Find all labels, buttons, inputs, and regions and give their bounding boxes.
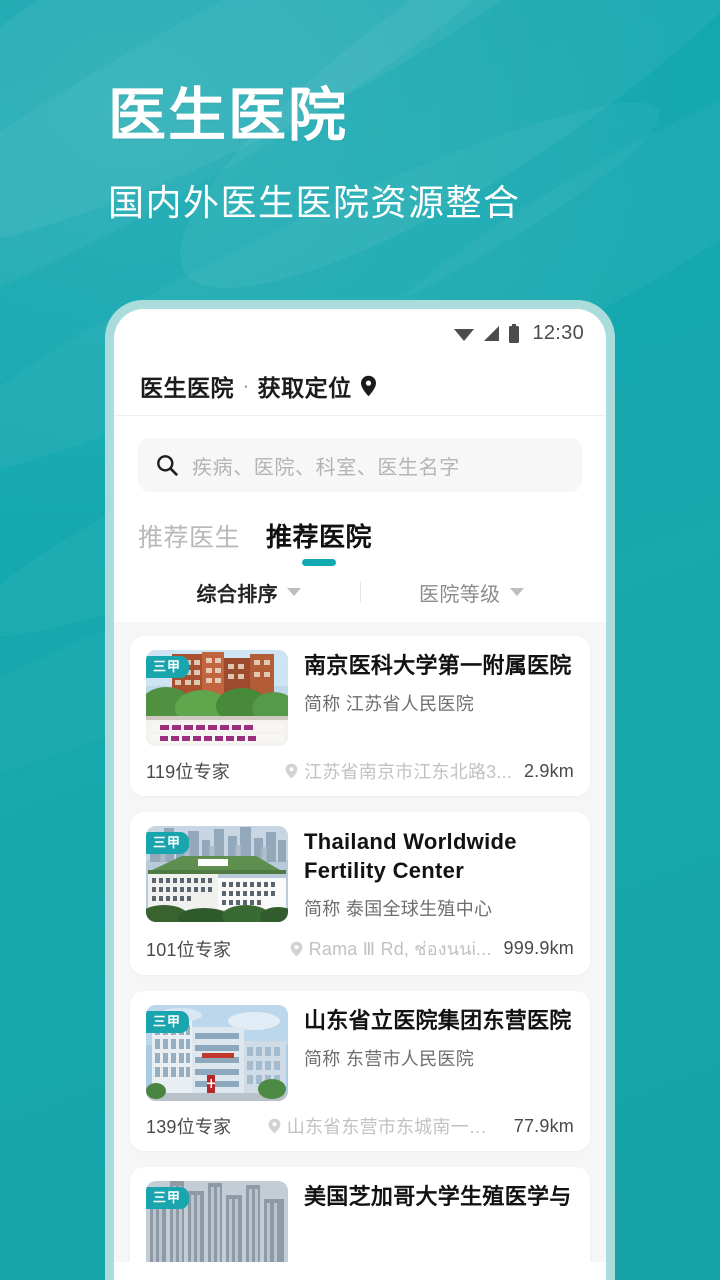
tab-recommended-doctors[interactable]: 推荐医生: [138, 518, 240, 566]
search-input[interactable]: 疾病、医院、科室、医生名字: [138, 438, 582, 492]
hospital-grade-badge: 三甲: [146, 1187, 190, 1210]
hospital-card[interactable]: 三甲 山东省立医院集团东营医院 简称 东营市人民医院 139位专家 山东省东营市…: [130, 991, 590, 1151]
hospital-alias: 简称 东营市人民医院: [304, 1049, 474, 1070]
battery-icon: [509, 323, 520, 343]
hospital-card-bottom: 139位专家 山东省东营市东城南一路... 77.9km: [146, 1113, 574, 1139]
hospital-thumbnail-wrap: 三甲: [146, 650, 288, 746]
hospital-info: 美国芝加哥大学生殖医学与: [304, 1181, 574, 1262]
hospital-info: 南京医科大学第一附属医院 简称 江苏省人民医院: [304, 650, 574, 746]
hospital-card[interactable]: 三甲 Thailand Worldwide Fertility Center 简…: [130, 812, 590, 975]
search-icon: [157, 455, 178, 476]
hospital-name: 南京医科大学第一附属医院: [304, 653, 572, 678]
hospital-alias: 简称 泰国全球生殖中心: [304, 899, 493, 920]
hospital-distance: 999.9km: [503, 938, 574, 958]
filter-label: 综合排序: [196, 583, 279, 606]
hospital-grade-badge: 三甲: [146, 656, 190, 679]
map-pin-icon: [268, 1118, 281, 1134]
hospital-address-wrap: 山东省东营市东城南一路... 77.9km: [231, 1113, 574, 1139]
status-bar-clock: 12:30: [532, 321, 584, 344]
hospital-name: Thailand Worldwide Fertility Center: [304, 829, 517, 884]
app-header: 医生医院 · 获取定位: [114, 357, 606, 416]
phone-mockup-frame: 12:30 医生医院 · 获取定位 疾病、医院、科室、医生名字 推荐医生 推荐医…: [105, 300, 615, 1280]
app-title: 医生医院: [140, 375, 234, 401]
map-pin-icon: [290, 941, 303, 956]
hospital-name: 美国芝加哥大学生殖医学与: [304, 1184, 572, 1209]
tab-label: 推荐医院: [266, 522, 373, 552]
hospital-address: 山东省东营市东城南一路...: [286, 1117, 502, 1137]
filter-hospital-grade[interactable]: 医院等级: [361, 578, 583, 607]
promo-headline: 医生医院: [108, 83, 349, 148]
hospital-card[interactable]: 三甲 南京医科大学第一附属医院 简称 江苏省人民医院 119位专家 江苏省南京市…: [130, 636, 590, 796]
hospital-address-wrap: Rama Ⅲ Rd, ช่องนนi... 999.9km: [231, 934, 574, 963]
promo-banner: 医生医院 国内外医生医院资源整合 12:30 医生医院 · 获取定位 疾病、医院…: [0, 0, 720, 1280]
map-pin-icon[interactable]: [360, 375, 377, 397]
tab-bar: 推荐医生 推荐医院: [138, 514, 582, 566]
hospital-address-wrap: 江苏省南京市江东北路3... 2.9km: [230, 758, 574, 784]
tab-label: 推荐医生: [138, 524, 241, 552]
hospital-thumbnail-wrap: 三甲: [146, 1181, 288, 1262]
hospital-card-bottom: 119位专家 江苏省南京市江东北路3... 2.9km: [146, 758, 574, 784]
tab-recommended-hospitals[interactable]: 推荐医院: [266, 517, 372, 566]
filter-label: 医院等级: [418, 583, 501, 606]
hospital-info: 山东省立医院集团东营医院 简称 东营市人民医院: [304, 1005, 574, 1101]
hospital-expert-count: 101位专家: [146, 939, 232, 960]
hospital-address: 江苏省南京市江东北路3...: [304, 762, 512, 782]
hospital-card-top: 三甲 南京医科大学第一附属医院 简称 江苏省人民医院: [146, 650, 574, 746]
hospital-card-bottom: 101位专家 Rama Ⅲ Rd, ช่องนนi... 999.9km: [146, 934, 574, 963]
location-button-label[interactable]: 获取定位: [258, 369, 352, 403]
promo-subheadline: 国内外医生医院资源整合: [108, 181, 521, 223]
hospital-alias: 简称 江苏省人民医院: [304, 694, 474, 715]
hospital-grade-badge: 三甲: [146, 1011, 190, 1034]
hospital-card[interactable]: 三甲 美国芝加哥大学生殖医学与: [130, 1167, 590, 1262]
hospital-thumbnail-wrap: 三甲: [146, 826, 288, 922]
hospital-card-top: 三甲 美国芝加哥大学生殖医学与: [146, 1181, 574, 1262]
hospital-card-top: 三甲 Thailand Worldwide Fertility Center 简…: [146, 826, 574, 922]
hospital-expert-count: 119位专家: [146, 762, 230, 782]
hospital-info: Thailand Worldwide Fertility Center 简称 泰…: [304, 826, 574, 922]
hospital-grade-badge: 三甲: [146, 832, 190, 855]
status-bar: 12:30: [114, 309, 606, 357]
filter-sort[interactable]: 综合排序: [138, 578, 360, 607]
hospital-list[interactable]: 三甲 南京医科大学第一附属医院 简称 江苏省人民医院 119位专家 江苏省南京市…: [114, 622, 606, 1262]
hospital-thumbnail-wrap: 三甲: [146, 1005, 288, 1101]
hospital-expert-count: 139位专家: [146, 1117, 232, 1137]
tab-underline: [302, 559, 337, 566]
map-pin-icon: [285, 763, 298, 779]
wifi-icon: [454, 328, 475, 341]
hospital-name: 山东省立医院集团东营医院: [304, 1008, 572, 1033]
search-placeholder: 疾病、医院、科室、医生名字: [192, 456, 460, 479]
tabs-region: 推荐医生 推荐医院: [114, 510, 606, 566]
search-region: 疾病、医院、科室、医生名字: [114, 416, 606, 510]
hospital-card-top: 三甲 山东省立医院集团东营医院 简称 东营市人民医院: [146, 1005, 574, 1101]
signal-icon: [484, 325, 500, 341]
hospital-address: Rama Ⅲ Rd, ช่องนนi...: [308, 939, 492, 959]
hospital-distance: 77.9km: [513, 1115, 574, 1136]
chevron-down-icon: [509, 588, 524, 596]
promo-text-block: 医生医院 国内外医生医院资源整合: [108, 83, 521, 224]
chevron-down-icon: [287, 588, 302, 596]
header-separator: ·: [243, 376, 249, 395]
phone-screen: 12:30 医生医院 · 获取定位 疾病、医院、科室、医生名字 推荐医生 推荐医…: [114, 309, 606, 1280]
hospital-distance: 2.9km: [523, 760, 574, 781]
filter-bar: 综合排序 医院等级: [114, 566, 606, 622]
